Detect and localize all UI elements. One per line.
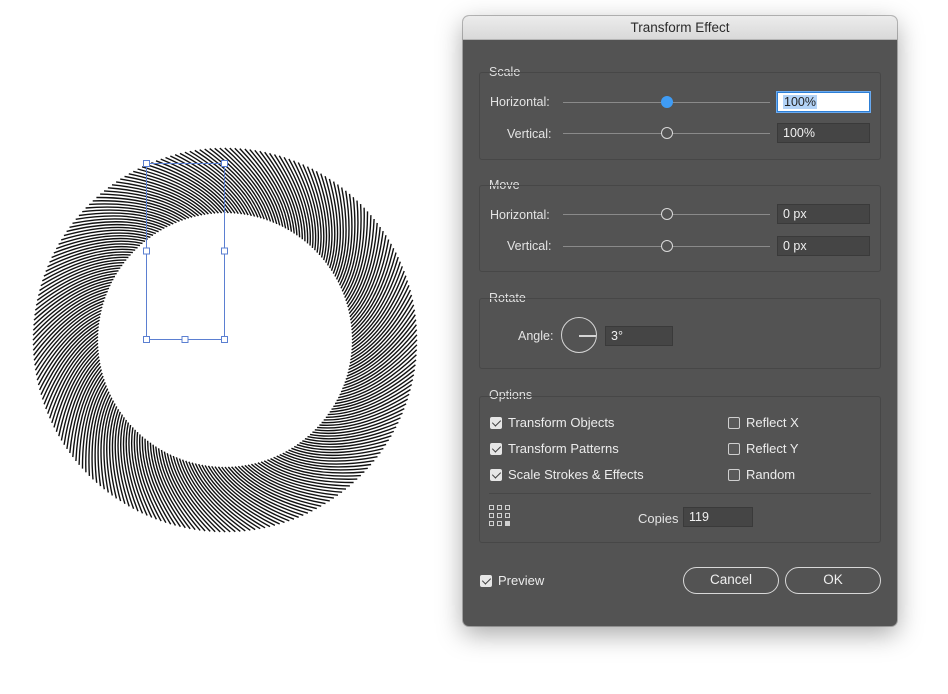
preview-label: Preview <box>498 573 545 588</box>
transform-patterns-label: Transform Patterns <box>508 441 619 456</box>
scale-strokes-label: Scale Strokes & Effects <box>508 467 644 482</box>
scale-horizontal-value: 100% <box>783 95 817 109</box>
scale-vertical-label: Vertical: <box>507 127 552 141</box>
cancel-button[interactable]: Cancel <box>683 567 779 594</box>
reflect-x-label: Reflect X <box>746 415 799 430</box>
scale-group <box>479 72 881 160</box>
move-horizontal-field[interactable]: 0 px <box>777 204 870 224</box>
move-group <box>479 185 881 272</box>
scale-horizontal-label: Horizontal: <box>490 95 550 109</box>
checkbox-unchecked-icon <box>728 416 740 429</box>
rotate-angle-field[interactable]: 3° <box>605 326 673 346</box>
artwork-canvas <box>32 147 418 533</box>
scale-horizontal-field[interactable]: 100% <box>777 92 870 112</box>
angle-dial[interactable] <box>561 317 597 353</box>
checkbox-unchecked-icon <box>728 442 740 455</box>
scale-horizontal-slider-knob[interactable] <box>661 96 673 108</box>
scale-vertical-slider-knob[interactable] <box>661 127 673 139</box>
copies-label: Copies <box>638 511 679 526</box>
reflect-x-checkbox[interactable]: Reflect X <box>728 415 799 430</box>
checkbox-checked-icon <box>490 468 502 481</box>
transform-objects-label: Transform Objects <box>508 415 615 430</box>
move-vertical-slider-knob[interactable] <box>661 240 673 252</box>
transform-patterns-checkbox[interactable]: Transform Patterns <box>490 441 619 456</box>
scale-vertical-field[interactable]: 100% <box>777 123 870 143</box>
move-horizontal-label: Horizontal: <box>490 208 550 222</box>
angle-dial-hand <box>579 335 596 337</box>
move-horizontal-slider-knob[interactable] <box>661 208 673 220</box>
copies-field[interactable]: 119 <box>683 507 753 527</box>
checkbox-checked-icon <box>490 442 502 455</box>
preview-checkbox[interactable]: Preview <box>480 573 544 588</box>
transform-effect-dialog: Transform Effect Scale Horizontal: 100% … <box>463 16 897 626</box>
checkbox-unchecked-icon <box>728 468 740 481</box>
reflect-y-label: Reflect Y <box>746 441 799 456</box>
checkbox-checked-icon <box>490 416 502 429</box>
checkbox-checked-icon <box>480 574 492 587</box>
transform-objects-checkbox[interactable]: Transform Objects <box>490 415 614 430</box>
scale-strokes-checkbox[interactable]: Scale Strokes & Effects <box>490 467 644 482</box>
reflect-y-checkbox[interactable]: Reflect Y <box>728 441 799 456</box>
options-divider <box>489 493 871 494</box>
move-vertical-field[interactable]: 0 px <box>777 236 870 256</box>
move-vertical-label: Vertical: <box>507 239 552 253</box>
dialog-title: Transform Effect <box>463 16 897 40</box>
rotate-angle-label: Angle: <box>518 329 554 343</box>
ok-button[interactable]: OK <box>785 567 881 594</box>
random-label: Random <box>746 467 796 482</box>
random-checkbox[interactable]: Random <box>728 467 795 482</box>
reference-point-icon[interactable] <box>489 505 511 527</box>
